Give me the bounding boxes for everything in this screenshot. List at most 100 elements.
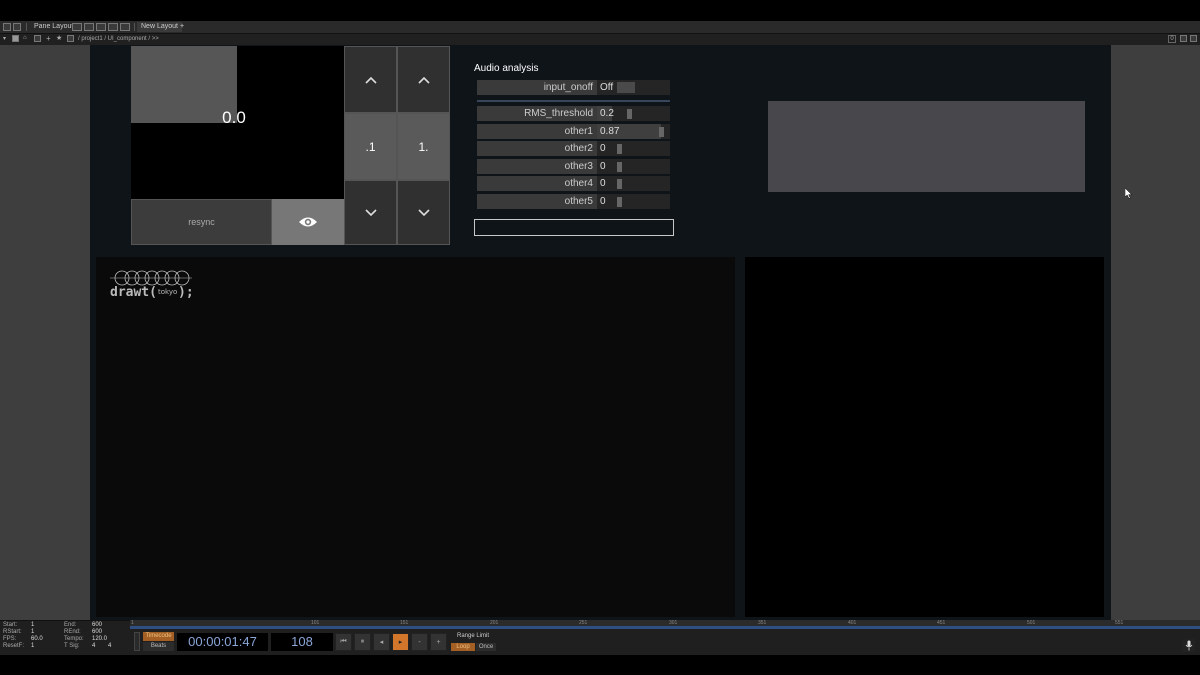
param-row-other3[interactable]: other3 0 (477, 159, 670, 174)
text-input-field[interactable] (474, 219, 674, 236)
network-icon[interactable] (34, 35, 41, 42)
add-tab-button[interactable]: + (176, 22, 188, 32)
resync-button[interactable]: resync (131, 199, 272, 245)
increment-small-up-button[interactable] (344, 46, 397, 113)
layout-single-icon[interactable] (72, 23, 82, 31)
start-value[interactable]: 1 (31, 622, 34, 628)
rend-label: REnd: (64, 629, 81, 635)
range-limit-label: Range Limit (457, 633, 490, 639)
end-value[interactable]: 600 (92, 622, 102, 628)
plus-icon[interactable]: + (46, 34, 51, 43)
main-viewer (96, 257, 735, 617)
param-slider[interactable]: 0 (597, 141, 670, 156)
step-small-label[interactable]: .1 (344, 113, 397, 180)
timeline-tick-label: 151 (400, 620, 409, 626)
param-value: 0 (600, 161, 606, 172)
param-row-other2[interactable]: other2 0 (477, 141, 670, 156)
timeline-range-bar[interactable] (130, 626, 1200, 629)
param-slider[interactable]: 0.87 (597, 124, 670, 139)
rstart-value[interactable]: 1 (31, 629, 34, 635)
maximize-pane-icon[interactable] (1190, 35, 1197, 42)
loop-button[interactable]: Loop (451, 643, 475, 651)
grid-icon[interactable] (3, 23, 11, 31)
timeline-tick-label: 451 (937, 620, 946, 626)
collapse-handle[interactable] (134, 632, 140, 651)
play-forward-button[interactable]: ▸ (392, 633, 409, 651)
start-label: Start: (3, 622, 18, 628)
minus-icon: - (418, 638, 421, 646)
slider-handle[interactable] (617, 197, 622, 207)
input-onoff-label: input_onoff (477, 80, 597, 95)
section-divider (477, 100, 670, 102)
layout-triple-icon[interactable] (96, 23, 106, 31)
stop-icon[interactable] (12, 35, 19, 42)
tsig-denominator[interactable]: 4 (108, 643, 111, 649)
once-button[interactable]: Once (476, 643, 496, 651)
pane-icon[interactable] (67, 35, 74, 42)
bottom-letterbox (0, 655, 1200, 675)
slider-handle[interactable] (617, 144, 622, 154)
tsig-label: T Sig: (64, 643, 80, 649)
step-back-button[interactable]: - (411, 633, 428, 651)
slider-handle[interactable] (617, 179, 622, 189)
chevron-down-icon[interactable]: ▾ (3, 35, 6, 42)
tempo-value[interactable]: 120.0 (92, 636, 107, 642)
param-slider[interactable]: 0 (597, 194, 670, 209)
param-row-other5[interactable]: other5 0 (477, 194, 670, 209)
beats-mode-button[interactable]: Beats (143, 642, 174, 651)
eye-icon (299, 217, 317, 227)
layout-quad-icon[interactable] (108, 23, 118, 31)
resetf-value[interactable]: 1 (31, 643, 34, 649)
param-row-other1[interactable]: other1 0.87 (477, 124, 670, 139)
param-slider[interactable]: 0 (597, 176, 670, 191)
visibility-toggle-button[interactable] (272, 199, 344, 245)
window-titlebar (0, 0, 1200, 21)
timeline-tick-label: 401 (848, 620, 857, 626)
layout-grid-icon[interactable] (120, 23, 130, 31)
home-icon[interactable]: ⌂ (23, 35, 27, 41)
play-reverse-icon: ◂ (379, 639, 384, 646)
skip-to-start-button[interactable]: ⏮ (335, 633, 352, 651)
param-slider[interactable]: 0 (597, 159, 670, 174)
decrement-large-down-button[interactable] (397, 180, 450, 245)
step-forward-button[interactable]: + (430, 633, 447, 651)
increment-large-up-button[interactable] (397, 46, 450, 113)
input-onoff-row[interactable]: input_onoff Off (477, 80, 670, 95)
input-onoff-toggle[interactable]: Off (597, 80, 670, 95)
slider-handle[interactable] (627, 109, 632, 119)
decrement-small-down-button[interactable] (344, 180, 397, 245)
fps-value[interactable]: 60.0 (31, 636, 43, 642)
param-row-rms-threshold[interactable]: RMS_threshold 0.2 (477, 106, 670, 121)
timeline-tick-label: 101 (311, 620, 320, 626)
timeline-tick-label: 351 (758, 620, 767, 626)
path-level-value: 0 (1168, 35, 1176, 43)
frame-display[interactable]: 108 (271, 633, 333, 651)
play-reverse-button[interactable]: ◂ (373, 633, 390, 651)
chevron-down-icon (364, 208, 377, 216)
rend-value[interactable]: 600 (92, 629, 102, 635)
param-slider[interactable]: 0.2 (597, 106, 670, 121)
timecode-mode-button[interactable]: Timecode (143, 632, 174, 641)
star-icon[interactable]: ★ (56, 34, 62, 42)
slider-handle[interactable] (617, 162, 622, 172)
folder-icon[interactable] (13, 23, 21, 31)
path-bar: ▾ ⌂ + ★ / project1 / UI_component / >> 0 (0, 34, 1200, 45)
param-label: other1 (477, 124, 597, 139)
audio-device-button[interactable] (1182, 639, 1195, 652)
timeline-tick-label: 201 (490, 620, 499, 626)
timecode-display[interactable]: 00:00:01:47 (177, 633, 268, 651)
tsig-numerator[interactable]: 4 (92, 643, 95, 649)
param-value: 0.2 (600, 108, 614, 119)
network-path[interactable]: / project1 / UI_component / >> (78, 36, 159, 42)
split-pane-icon[interactable] (1180, 35, 1187, 42)
tab-pane-layout[interactable]: Pane Layout (30, 22, 77, 32)
layout-split-icon[interactable] (84, 23, 94, 31)
timeline-tick-label: 251 (579, 620, 588, 626)
mouse-cursor-icon (1125, 188, 1133, 199)
pause-button[interactable]: ⏸ (354, 633, 371, 651)
step-large-label[interactable]: 1. (397, 113, 450, 180)
param-row-other4[interactable]: other4 0 (477, 176, 670, 191)
slider-handle[interactable] (659, 127, 664, 137)
microphone-icon (1185, 640, 1192, 651)
param-label: other3 (477, 159, 597, 174)
